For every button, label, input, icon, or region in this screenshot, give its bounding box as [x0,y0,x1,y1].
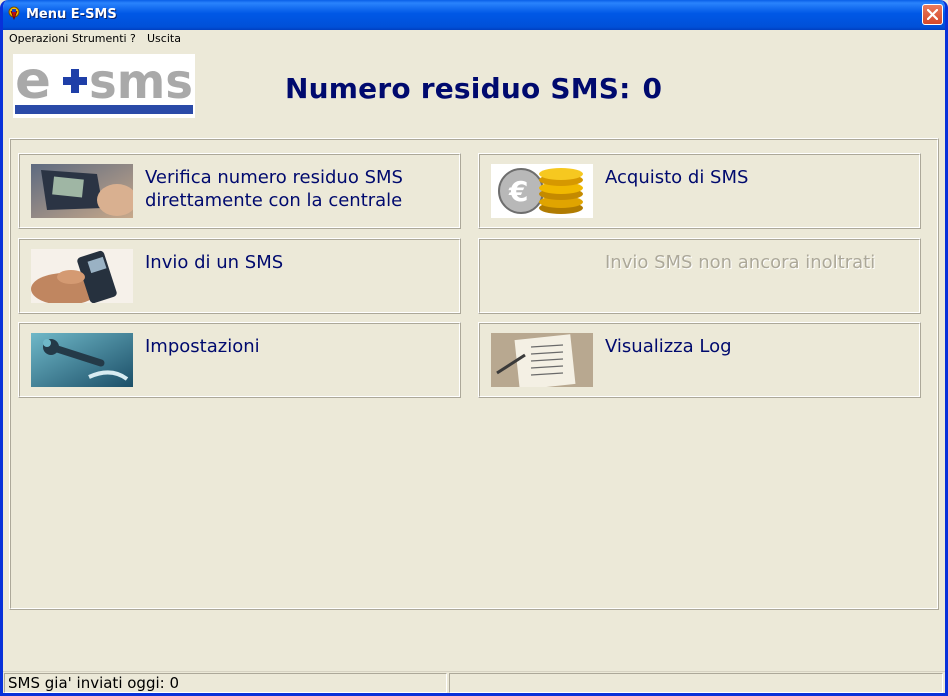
menu-help[interactable]: ? [130,32,136,45]
phone-photo-icon [31,164,133,218]
menu-operazioni[interactable]: Operazioni [9,32,68,45]
checklist-icon [491,333,593,387]
buy-sms-label: Acquisto di SMS [605,167,749,188]
send-sms-label: Invio di un SMS [145,252,284,273]
window-title: Menu E-SMS [26,7,117,22]
pending-sms-label: Invio SMS non ancora inoltrati [605,252,876,273]
verify-sms-label: Verifica numero residuo SMS direttamente… [145,167,403,211]
status-bar: SMS gia' inviati oggi: 0 [3,671,945,693]
send-sms-button[interactable]: Invio di un SMS [18,238,461,314]
wrench-icon [31,333,133,387]
pending-sms-button[interactable]: Invio SMS non ancora inoltrati [478,238,921,314]
buy-sms-button[interactable]: € Acquisto di SMS [478,153,921,229]
menu-uscita[interactable]: Uscita [147,32,181,45]
sms-remaining-label: Numero residuo SMS: [285,72,631,105]
status-panel-2 [449,673,943,693]
status-sent-today: SMS gia' inviati oggi: 0 [4,673,447,693]
settings-label: Impostazioni [145,336,260,357]
esms-logo: e sms [13,54,195,118]
view-log-button[interactable]: Visualizza Log [478,322,921,398]
app-window: Menu E-SMS Operazioni Strumenti ? Uscita… [0,0,948,696]
close-button[interactable] [922,4,943,25]
hand-phone-icon [31,249,133,303]
verify-sms-button[interactable]: Verifica numero residuo SMS direttamente… [18,153,461,229]
sms-remaining-value: 0 [642,72,663,105]
settings-button[interactable]: Impostazioni [18,322,461,398]
svg-text:€: € [508,175,528,208]
svg-text:sms: sms [89,54,193,110]
euro-coins-icon: € [491,164,593,218]
title-bar[interactable]: Menu E-SMS [3,0,945,30]
menu-strumenti[interactable]: Strumenti [72,32,127,45]
view-log-label: Visualizza Log [605,336,732,357]
app-icon [8,6,20,21]
menu-bar: Operazioni Strumenti ? Uscita [3,30,945,48]
sms-remaining-heading: Numero residuo SMS: 0 [285,72,662,105]
svg-text:e: e [15,54,51,111]
close-icon [927,9,938,20]
